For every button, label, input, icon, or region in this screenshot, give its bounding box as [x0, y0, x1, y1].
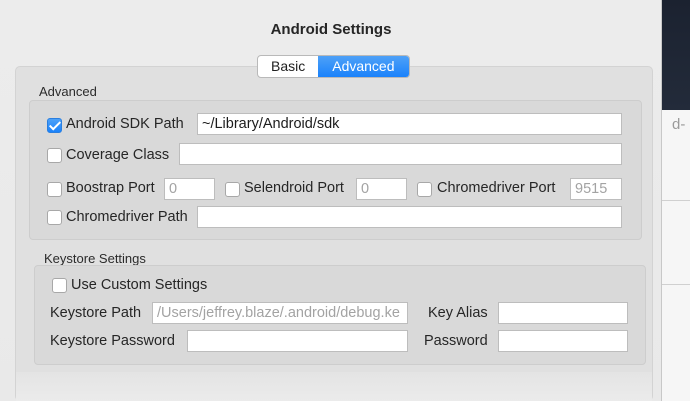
android-settings-dialog: Android Settings Basic Advanced Advanced…	[0, 0, 662, 401]
tab-basic[interactable]: Basic	[258, 56, 318, 77]
chromedriver-port-input[interactable]: 9515	[570, 178, 622, 200]
keystore-password-input[interactable]	[187, 330, 408, 352]
coverage-class-input[interactable]	[179, 143, 622, 165]
use-custom-settings-checkbox[interactable]	[52, 278, 67, 293]
dialog-title: Android Settings	[270, 21, 392, 38]
tab-advanced[interactable]: Advanced	[318, 56, 409, 77]
key-alias-label: Key Alias	[428, 305, 488, 321]
sdk-path-label: Android SDK Path	[66, 116, 184, 132]
background-divider	[662, 200, 690, 201]
chromedriver-path-checkbox[interactable]	[47, 210, 62, 225]
sdk-path-checkbox[interactable]	[47, 118, 62, 133]
chromedriver-path-label: Chromedriver Path	[66, 209, 188, 225]
key-password-input[interactable]	[498, 330, 628, 352]
background-divider	[662, 284, 690, 285]
keystore-password-label: Keystore Password	[50, 333, 175, 349]
advanced-section-label: Advanced	[39, 84, 97, 99]
background-window-text: d-	[672, 116, 686, 133]
bootstrap-port-checkbox[interactable]	[47, 182, 62, 197]
bootstrap-port-input[interactable]: 0	[164, 178, 215, 200]
keystore-section-label: Keystore Settings	[44, 251, 146, 266]
coverage-class-label: Coverage Class	[66, 147, 170, 163]
key-alias-input[interactable]	[498, 302, 628, 324]
selendroid-port-label: Selendroid Port	[244, 180, 344, 196]
coverage-class-checkbox[interactable]	[47, 148, 62, 163]
keystore-path-label: Keystore Path	[50, 305, 142, 321]
use-custom-settings-label: Use Custom Settings	[71, 277, 208, 293]
selendroid-port-checkbox[interactable]	[225, 182, 240, 197]
chromedriver-port-label: Chromedriver Port	[437, 180, 556, 196]
background-window-header	[662, 0, 690, 110]
sdk-path-input[interactable]: ~/Library/Android/sdk	[197, 113, 622, 135]
selendroid-port-input[interactable]: 0	[356, 178, 407, 200]
bootstrap-port-label: Boostrap Port	[66, 180, 155, 196]
key-password-label: Password	[424, 333, 488, 349]
chromedriver-port-checkbox[interactable]	[417, 182, 432, 197]
panel-bottom	[16, 372, 652, 401]
chromedriver-path-input[interactable]	[197, 206, 622, 228]
tab-switcher: Basic Advanced	[257, 55, 410, 78]
keystore-path-input[interactable]: /Users/jeffrey.blaze/.android/debug.ke	[152, 302, 408, 324]
